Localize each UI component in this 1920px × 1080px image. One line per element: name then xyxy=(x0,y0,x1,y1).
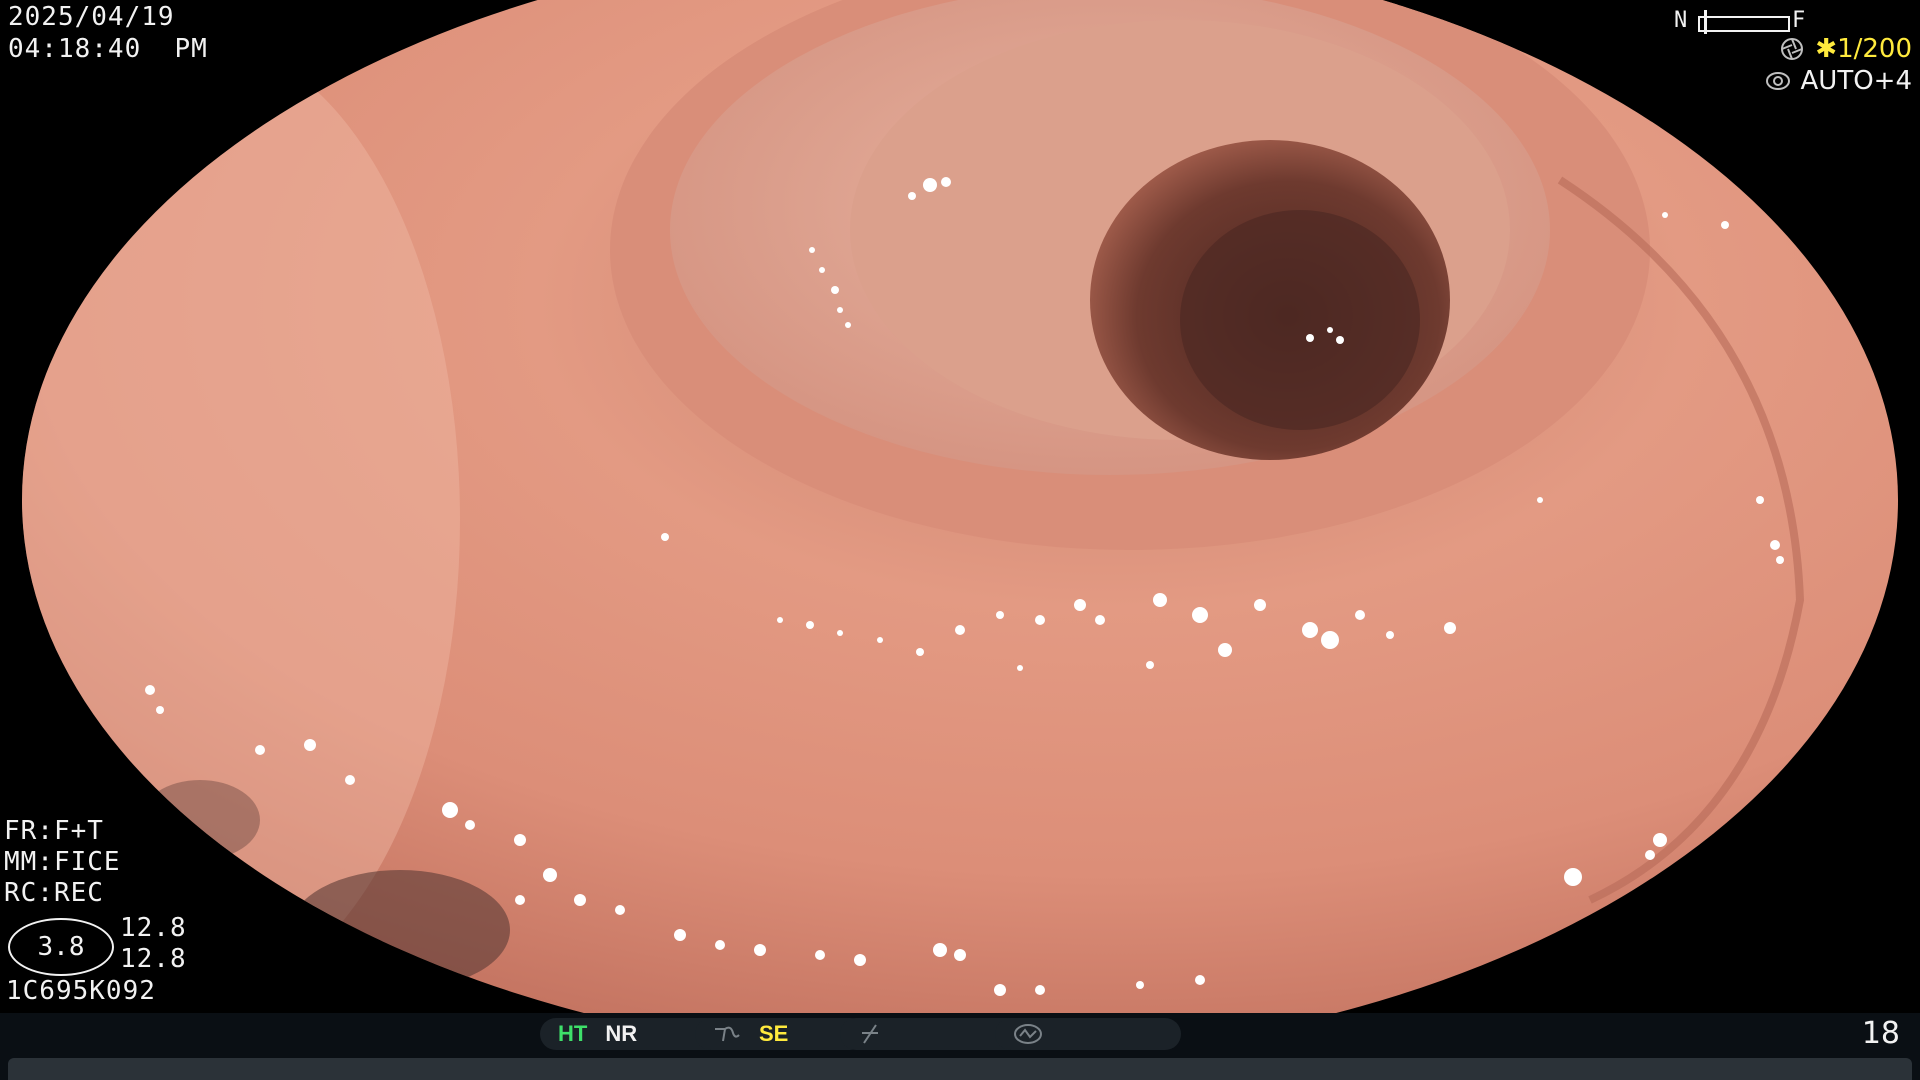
gauge-icon xyxy=(1014,1024,1042,1044)
ht-label: HT xyxy=(558,1021,588,1046)
wave-icon xyxy=(715,1026,740,1042)
exposure-row: AUTO+4 xyxy=(1765,66,1913,96)
mode-pill-4[interactable] xyxy=(995,1018,1181,1050)
focus-near-label: N xyxy=(1674,8,1688,33)
value-a: 12.8 xyxy=(120,913,187,943)
rc-setting: RC:REC xyxy=(4,878,104,908)
fr-setting: FR:F+T xyxy=(4,816,104,846)
scope-id: 1C695K092 xyxy=(6,976,156,1006)
focus-bar xyxy=(1698,16,1790,32)
iris-icon xyxy=(1765,72,1790,90)
value-b: 12.8 xyxy=(120,944,187,974)
slash-icon xyxy=(862,1024,878,1044)
date-text: 2025/04/19 xyxy=(8,2,175,32)
zoom-badge: 3.8 xyxy=(8,918,114,976)
status-strip xyxy=(8,1058,1912,1080)
shutter-row: ✱1/200 xyxy=(1779,34,1912,64)
time-text: 04:18:40 PM xyxy=(8,34,208,64)
mm-setting: MM:FICE xyxy=(4,847,121,877)
endoscope-image xyxy=(22,0,1898,1013)
aperture-icon xyxy=(1781,38,1804,60)
exposure-mode: AUTO+4 xyxy=(1800,66,1913,96)
nr-label: NR xyxy=(605,1021,638,1046)
shutter-speed: ✱1/200 xyxy=(1815,34,1912,64)
page-number: 18 xyxy=(1861,1016,1900,1051)
se-label: SE xyxy=(759,1021,789,1046)
focus-indicator: N F xyxy=(1674,6,1814,36)
focus-far-label: F xyxy=(1792,8,1806,33)
focus-marker xyxy=(1704,10,1707,34)
